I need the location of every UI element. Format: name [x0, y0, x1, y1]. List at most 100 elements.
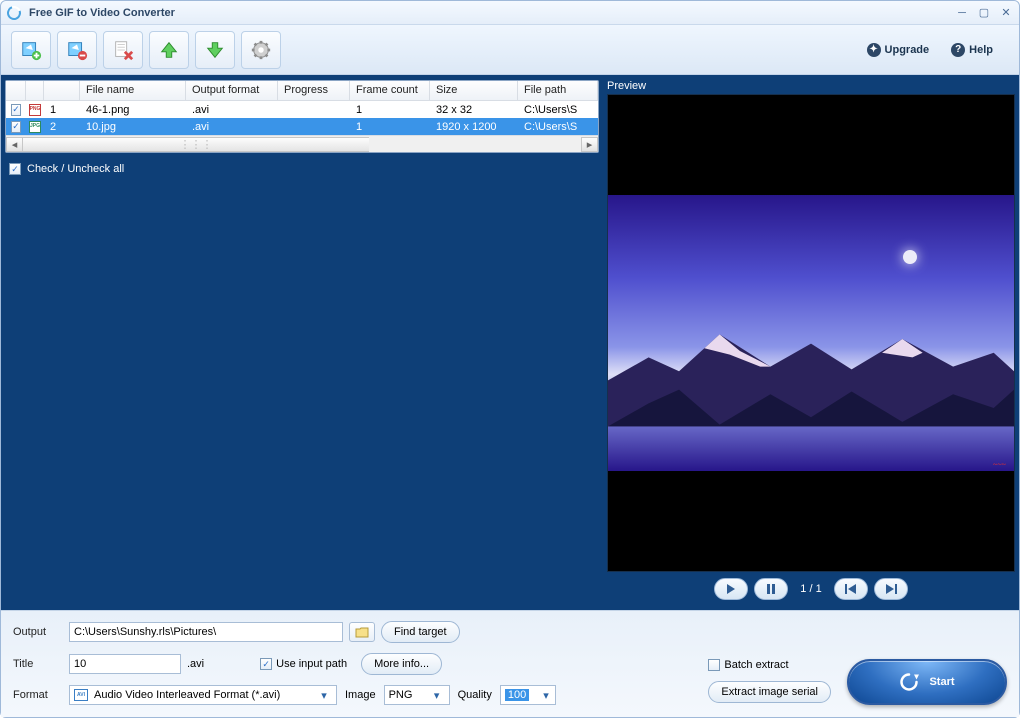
scroll-track[interactable]: ⋮⋮⋮ [23, 137, 581, 152]
output-label: Output [13, 626, 63, 638]
row-checkbox[interactable]: ✓ [11, 104, 21, 116]
format-select[interactable]: AVI Audio Video Interleaved Format (*.av… [69, 685, 337, 705]
title-label: Title [13, 658, 63, 670]
folder-open-icon [355, 626, 369, 638]
close-button[interactable]: ✕ [999, 6, 1013, 20]
file-list: File name Output format Progress Frame c… [5, 80, 599, 153]
scroll-left-button[interactable]: ◂ [6, 137, 23, 152]
col-filepath[interactable]: File path [518, 81, 598, 100]
add-file-icon [20, 39, 42, 61]
start-button[interactable]: Start [847, 659, 1007, 705]
col-framecount[interactable]: Frame count [350, 81, 430, 100]
scroll-thumb[interactable]: ⋮⋮⋮ [23, 137, 369, 152]
check-all-checkbox[interactable]: ✓ [9, 163, 21, 175]
col-outputformat[interactable]: Output format [186, 81, 278, 100]
jpg-icon: JPG [29, 121, 41, 133]
batch-extract-checkbox[interactable] [708, 659, 720, 671]
png-icon: PNG [29, 104, 42, 116]
check-all-row: ✓ Check / Uncheck all [9, 163, 601, 175]
next-frame-button[interactable] [874, 578, 908, 600]
remove-file-button[interactable] [57, 31, 97, 69]
pause-icon [766, 584, 776, 594]
row-size: 32 x 32 [430, 104, 518, 116]
settings-button[interactable] [241, 31, 281, 69]
quality-dropdown-icon: ▾ [541, 689, 551, 702]
col-progress[interactable]: Progress [278, 81, 350, 100]
quality-value: 100 [505, 689, 529, 701]
toolbar: ✦ Upgrade ? Help [1, 25, 1019, 75]
add-file-button[interactable] [11, 31, 51, 69]
avi-icon: AVI [74, 689, 88, 701]
row-format: .avi [186, 121, 278, 133]
move-up-button[interactable] [149, 31, 189, 69]
row-framecount: 1 [350, 104, 430, 116]
table-row[interactable]: ✓JPG210.jpg.avi11920 x 1200C:\Users\S [6, 118, 598, 135]
row-framecount: 1 [350, 121, 430, 133]
upgrade-icon: ✦ [867, 43, 881, 57]
find-target-label: Find target [394, 626, 447, 638]
table-header: File name Output format Progress Frame c… [6, 81, 598, 101]
output-path-value: C:\Users\Sunshy.rls\Pictures\ [74, 626, 216, 638]
col-size[interactable]: Size [430, 81, 518, 100]
help-icon: ? [951, 43, 965, 57]
titlebar: Free GIF to Video Converter ─ ▢ ✕ [1, 1, 1019, 25]
pause-button[interactable] [754, 578, 788, 600]
upgrade-label: Upgrade [885, 44, 930, 56]
use-input-path-label: Use input path [276, 658, 347, 670]
row-filepath: C:\Users\S [518, 121, 598, 133]
move-down-button[interactable] [195, 31, 235, 69]
image-format-label: Image [345, 689, 376, 701]
horizontal-scrollbar[interactable]: ◂ ⋮⋮⋮ ▸ [6, 135, 598, 152]
browse-output-button[interactable] [349, 622, 375, 642]
use-input-path-checkbox[interactable]: ✓ [260, 658, 272, 670]
next-frame-icon [885, 584, 897, 594]
table-row[interactable]: ✓PNG146-1.png.avi132 x 32C:\Users\S [6, 101, 598, 118]
quality-label: Quality [458, 689, 492, 701]
mountain-shape [608, 316, 1014, 426]
image-format-select[interactable]: PNG ▾ [384, 685, 450, 705]
col-filename[interactable]: File name [80, 81, 186, 100]
moon-icon [903, 250, 917, 264]
find-target-button[interactable]: Find target [381, 621, 460, 643]
extract-image-serial-label: Extract image serial [721, 686, 818, 698]
format-label: Format [13, 689, 63, 701]
clear-list-button[interactable] [103, 31, 143, 69]
watermark: ~~~ [993, 460, 1006, 469]
move-down-icon [204, 39, 226, 61]
row-filepath: C:\Users\S [518, 104, 598, 116]
row-index: 1 [44, 104, 80, 116]
app-title: Free GIF to Video Converter [29, 7, 947, 19]
image-format-value: PNG [389, 689, 413, 701]
minimize-button[interactable]: ─ [955, 6, 969, 20]
batch-extract-label: Batch extract [724, 659, 788, 671]
play-button[interactable] [714, 578, 748, 600]
app-icon [5, 3, 24, 22]
clear-list-icon [112, 39, 134, 61]
title-field[interactable]: 10 [69, 654, 181, 674]
prev-frame-button[interactable] [834, 578, 868, 600]
check-all-label: Check / Uncheck all [27, 163, 124, 175]
scroll-right-button[interactable]: ▸ [581, 137, 598, 152]
more-info-label: More info... [374, 658, 429, 670]
help-link[interactable]: ? Help [951, 43, 993, 57]
play-icon [726, 584, 736, 594]
quality-select[interactable]: 100 ▾ [500, 685, 556, 705]
preview-label: Preview [607, 80, 1015, 92]
upgrade-link[interactable]: ✦ Upgrade [867, 43, 930, 57]
more-info-button[interactable]: More info... [361, 653, 442, 675]
title-extension: .avi [187, 658, 204, 670]
frame-counter: 1 / 1 [800, 583, 821, 595]
bottom-panel: Output C:\Users\Sunshy.rls\Pictures\ Fin… [1, 610, 1019, 717]
preview-image: ~~~ [608, 195, 1014, 471]
start-label: Start [929, 676, 954, 688]
output-path-field[interactable]: C:\Users\Sunshy.rls\Pictures\ [69, 622, 343, 642]
row-checkbox[interactable]: ✓ [11, 121, 21, 133]
row-format: .avi [186, 104, 278, 116]
preview-controls: 1 / 1 [607, 572, 1015, 606]
title-value: 10 [74, 658, 86, 670]
preview-box: ~~~ [607, 94, 1015, 572]
row-filename: 10.jpg [80, 121, 186, 133]
format-dropdown-icon: ▾ [316, 689, 332, 702]
maximize-button[interactable]: ▢ [977, 6, 991, 20]
extract-image-serial-button[interactable]: Extract image serial [708, 681, 831, 703]
